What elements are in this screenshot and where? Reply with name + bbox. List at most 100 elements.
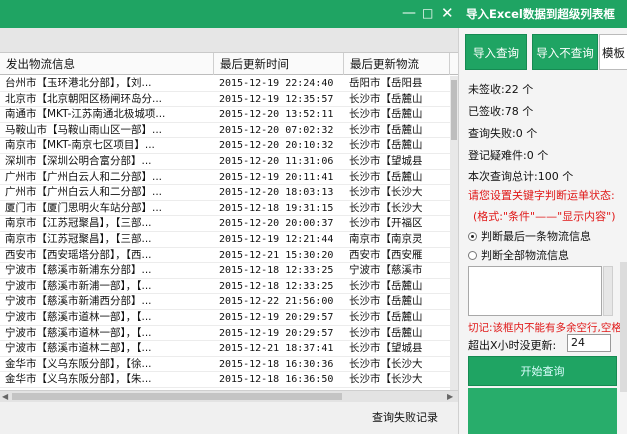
cell-last-update-time: 2015-12-19 12:35:57 bbox=[219, 93, 334, 105]
cell-last-update-time: 2015-12-20 18:03:13 bbox=[219, 187, 334, 199]
cell-last-update-time: 2015-12-18 12:33:25 bbox=[219, 265, 334, 277]
suspect-count: 登记疑难件:0 个 bbox=[468, 149, 549, 162]
cell-last-update-time: 2015-12-19 12:21:44 bbox=[219, 233, 334, 245]
cell-last-update-time: 2015-12-19 20:29:57 bbox=[219, 311, 334, 323]
table-row[interactable]: 南京市【江苏冠聚昌】，【三部... 2015-12-20 20:00:37 长沙市【… bbox=[0, 216, 450, 232]
query-failed-count: 查询失败:0 个 bbox=[468, 127, 538, 140]
table-row[interactable]: 宁波市【慈溪市道林二部】，【... 2015-12-21 18:37:41 长沙市【… bbox=[0, 341, 450, 357]
cell-sent-info: 北京市【北京朝阳区杨闸环岛分... bbox=[5, 92, 163, 105]
title-bar: — □ ✕ 导入Excel数据到超级列表框 bbox=[0, 0, 627, 28]
table-row[interactable]: 台州市【玉环港北分部】，【刘... 2015-12-19 22:24:40 岳阳市【… bbox=[0, 76, 450, 92]
cell-last-logistics: 岳阳市【岳阳县 bbox=[349, 77, 423, 89]
cell-sent-info: 金华市【义乌东阪分部】，【朱... bbox=[5, 373, 152, 386]
hours-input[interactable]: 24 bbox=[567, 334, 611, 352]
table-row[interactable]: 北京市【北京朝阳区杨闸环岛分... 2015-12-19 12:35:57 长沙市【… bbox=[0, 92, 450, 108]
table-body: 台州市【玉环港北分部】，【刘... 2015-12-19 22:24:40 岳阳市【… bbox=[0, 76, 450, 388]
cell-last-logistics: 长沙市【岳麓山 bbox=[349, 295, 423, 308]
radio-judge-last[interactable]: 判断最后一条物流信息 bbox=[468, 228, 591, 244]
cell-sent-info: 广州市【广州白云人和二分部】... bbox=[5, 186, 163, 199]
cell-last-logistics: 长沙市【岳麓山 bbox=[349, 108, 423, 121]
table-row[interactable]: 厦门市【厦门思明火车站分部】... 2015-12-18 19:31:15 长沙市【… bbox=[0, 201, 450, 217]
cell-sent-info: 南京市【MKT-南京七区项目】... bbox=[5, 139, 155, 152]
table-row[interactable]: 南京市【MKT-南京七区项目】... 2015-12-20 20:10:32 长沙市… bbox=[0, 138, 450, 154]
cell-last-update-time: 2015-12-20 20:00:37 bbox=[219, 218, 334, 230]
scrollbar-thumb[interactable] bbox=[12, 393, 342, 400]
table-row[interactable]: 广州市【广州白云人和二分部】... 2015-12-19 20:11:41 长沙市【… bbox=[0, 170, 450, 186]
column-header-last-logistics[interactable]: 最后更新物流 bbox=[344, 53, 450, 75]
table-row[interactable]: 广州市【广州白云人和二分部】... 2015-12-20 18:03:13 长沙市【… bbox=[0, 185, 450, 201]
signed-count: 已签收:78 个 bbox=[468, 105, 534, 118]
scroll-left-icon[interactable]: ◀ bbox=[2, 391, 8, 402]
start-query-button[interactable]: 开始查询 bbox=[468, 356, 617, 386]
table-row[interactable]: 宁波市【慈溪市新浦一部】，【... 2015-12-18 12:33:25 长沙市【… bbox=[0, 279, 450, 295]
cell-sent-info: 西安市【西安瑶塔分部】，【西... bbox=[5, 248, 152, 261]
column-header-sent-info[interactable]: 发出物流信息 bbox=[0, 53, 214, 75]
table-row[interactable]: 宁波市【慈溪市新浦东分部】... 2015-12-18 12:33:25 宁波市【慈… bbox=[0, 263, 450, 279]
maximize-icon[interactable]: □ bbox=[422, 4, 433, 22]
keyword-rules-textarea[interactable] bbox=[468, 266, 602, 316]
table-row[interactable]: 南京市【江苏冠聚昌】，【三部... 2015-12-19 12:21:44 南京市【… bbox=[0, 232, 450, 248]
table-row[interactable]: 宁波市【慈溪市道林一部】，【... 2015-12-19 20:29:57 长沙市【… bbox=[0, 326, 450, 342]
cell-last-update-time: 2015-12-18 16:30:36 bbox=[219, 358, 334, 370]
toolbar-band bbox=[0, 28, 458, 52]
column-header-last-update-time[interactable]: 最后更新时间 bbox=[214, 53, 344, 75]
cell-sent-info: 宁波市【慈溪市新浦一部】，【... bbox=[5, 279, 152, 292]
cell-last-update-time: 2015-12-22 21:56:00 bbox=[219, 296, 334, 308]
cell-last-logistics: 长沙市【岳麓山 bbox=[349, 326, 423, 339]
total-count: 本次查询总计:100 个 bbox=[468, 170, 574, 183]
table-row[interactable]: 西安市【西安瑶塔分部】，【西... 2015-12-21 15:30:20 西安市【… bbox=[0, 248, 450, 264]
table-row[interactable]: 马鞍山市【马鞍山雨山区一部】... 2015-12-20 07:02:32 长沙市【… bbox=[0, 123, 450, 139]
warning-text: 切记:该框内不能有多余空行,空格 bbox=[468, 322, 622, 334]
radio-selected-icon[interactable] bbox=[468, 232, 477, 241]
table-row[interactable]: 金华市【义乌东阪分部】，【朱... 2015-12-18 16:36:50 长沙市【… bbox=[0, 372, 450, 388]
cell-last-update-time: 2015-12-20 13:52:11 bbox=[219, 109, 334, 121]
cell-last-update-time: 2015-12-20 20:10:32 bbox=[219, 140, 334, 152]
cell-sent-info: 宁波市【慈溪市新浦西分部】... bbox=[5, 295, 152, 308]
scroll-right-icon[interactable]: ▶ bbox=[447, 391, 453, 402]
table-row[interactable]: 宁波市【慈溪市道林一部】，【... 2015-12-19 20:29:57 长沙市【… bbox=[0, 310, 450, 326]
textarea-scrollbar[interactable] bbox=[603, 266, 613, 316]
cell-last-update-time: 2015-12-19 20:11:41 bbox=[219, 171, 334, 183]
table-row[interactable]: 金华市【义乌东阪分部】，【徐... 2015-12-18 16:30:36 长沙市【… bbox=[0, 357, 450, 373]
status-bar: 查询失败记录 bbox=[0, 402, 458, 434]
cell-last-logistics: 长沙市【岳麓山 bbox=[349, 123, 423, 136]
cell-sent-info: 厦门市【厦门思明火车站分部】... bbox=[5, 201, 163, 214]
radio-judge-all[interactable]: 判断全部物流信息 bbox=[468, 247, 569, 263]
table-row[interactable]: 南通市【MKT-江苏南通北极城项... 2015-12-20 13:52:11 长沙… bbox=[0, 107, 450, 123]
table-vertical-scrollbar[interactable] bbox=[450, 76, 458, 390]
template-button[interactable]: 模板 bbox=[599, 34, 627, 70]
radio-judge-all-label: 判断全部物流信息 bbox=[481, 249, 569, 262]
minimize-icon[interactable]: — bbox=[402, 4, 416, 22]
radio-unselected-icon[interactable] bbox=[468, 251, 477, 260]
cell-last-logistics: 长沙市【岳麓山 bbox=[349, 310, 423, 323]
cell-last-logistics: 长沙市【长沙大 bbox=[349, 186, 423, 199]
panel-scrollbar[interactable] bbox=[620, 262, 627, 392]
query-fail-records-link[interactable]: 查询失败记录 bbox=[372, 409, 438, 425]
table-row[interactable]: 宁波市【慈溪市新浦西分部】... 2015-12-22 21:56:00 长沙市【岳… bbox=[0, 294, 450, 310]
cell-sent-info: 南京市【江苏冠聚昌】，【三部... bbox=[5, 232, 152, 245]
table-header: 发出物流信息 最后更新时间 最后更新物流 bbox=[0, 53, 458, 75]
cell-last-update-time: 2015-12-20 07:02:32 bbox=[219, 124, 334, 136]
table-horizontal-scrollbar[interactable]: ◀ ▶ bbox=[0, 390, 458, 402]
cell-last-logistics: 西安市【西安雁 bbox=[349, 248, 423, 261]
cell-last-update-time: 2015-12-18 16:36:50 bbox=[219, 374, 334, 386]
cell-last-logistics: 长沙市【长沙大 bbox=[349, 373, 423, 386]
cell-last-update-time: 2015-12-20 11:31:06 bbox=[219, 155, 334, 167]
keyword-hint: 请您设置关键字判断运单状态: bbox=[468, 189, 615, 202]
cell-last-logistics: 南京市【南京灵 bbox=[349, 232, 423, 245]
cell-last-logistics: 长沙市【岳麓山 bbox=[349, 92, 423, 105]
scrollbar-thumb[interactable] bbox=[451, 80, 457, 140]
cell-last-logistics: 长沙市【开福区 bbox=[349, 217, 423, 230]
cell-last-logistics: 长沙市【岳麓山 bbox=[349, 139, 423, 152]
logistics-table[interactable]: 发出物流信息 最后更新时间 最后更新物流 台州市【玉环港北分部】，【刘... 20… bbox=[0, 52, 458, 390]
cell-last-update-time: 2015-12-21 15:30:20 bbox=[219, 249, 334, 261]
cell-last-update-time: 2015-12-21 18:37:41 bbox=[219, 343, 334, 355]
close-icon[interactable]: ✕ bbox=[441, 4, 454, 22]
import-query-button[interactable]: 导入查询 bbox=[465, 34, 527, 70]
cell-last-update-time: 2015-12-18 19:31:15 bbox=[219, 202, 334, 214]
cell-sent-info: 宁波市【慈溪市新浦东分部】... bbox=[5, 264, 152, 277]
format-hint: (格式:"条件"——"显示内容") bbox=[473, 210, 616, 223]
table-row[interactable]: 深圳市【深圳公明合富分部】... 2015-12-20 11:31:06 长沙市【望… bbox=[0, 154, 450, 170]
import-noquery-button[interactable]: 导入不查询 bbox=[532, 34, 598, 70]
cell-sent-info: 金华市【义乌东阪分部】，【徐... bbox=[5, 357, 152, 370]
